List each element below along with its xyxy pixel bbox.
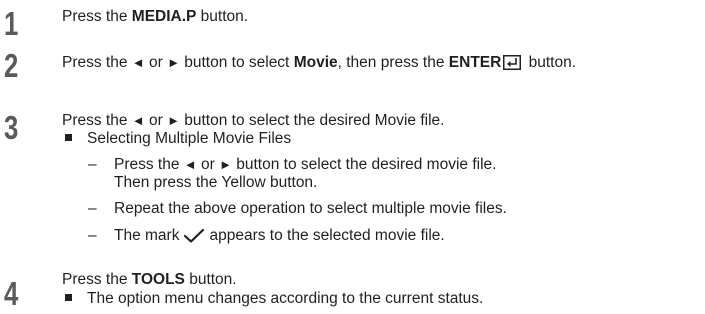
left-arrow-icon: ◄ xyxy=(183,157,197,172)
text-segment: button. xyxy=(524,54,577,71)
text-segment: or xyxy=(196,156,220,173)
button-name: ENTER xyxy=(448,54,502,71)
step-number: 4 xyxy=(4,275,19,312)
sub-item-text: Repeat the above operation to select mul… xyxy=(114,200,507,217)
sub-item: – Press the ◄ or ► button to select the d… xyxy=(88,156,496,174)
right-arrow-icon: ► xyxy=(167,55,180,70)
step-number: 2 xyxy=(4,47,19,84)
text-segment: Press the xyxy=(114,156,184,173)
button-name: MEDIA.P xyxy=(131,8,197,25)
step-number: 3 xyxy=(4,109,19,146)
left-arrow-icon: ◄ xyxy=(131,55,145,70)
bullet-text: Selecting Multiple Movie Files xyxy=(87,130,292,147)
right-arrow-icon: ► xyxy=(219,157,232,172)
text-segment: or xyxy=(144,112,168,129)
text-segment: Press the xyxy=(62,271,132,288)
sub-item-continuation: Then press the Yellow button. xyxy=(114,174,318,191)
text-segment: button. xyxy=(196,8,249,25)
step-instruction: Press the ◄ or ► button to select Movie,… xyxy=(62,54,576,75)
text-segment: appears to the selected movie file. xyxy=(209,227,445,244)
text-segment: button. xyxy=(184,271,237,288)
dash-marker: – xyxy=(88,227,97,244)
text-segment: button to select the desired Movie file. xyxy=(179,112,445,129)
bullet-text: The option menu changes according to the… xyxy=(87,290,484,307)
step-instruction: Press the ◄ or ► button to select the de… xyxy=(62,112,444,130)
sub-item: – Repeat the above operation to select mu… xyxy=(88,200,507,218)
right-arrow-icon: ► xyxy=(167,113,180,128)
bullet-item: The option menu changes according to the… xyxy=(62,290,483,308)
text-segment: Press the xyxy=(62,112,132,129)
text-segment: Press the xyxy=(62,8,132,25)
text-segment: button to select the desired movie file. xyxy=(231,156,497,173)
text-segment: or xyxy=(144,54,168,71)
menu-name: Movie xyxy=(293,54,338,71)
text-segment: , then press the xyxy=(337,54,449,71)
button-name: TOOLS xyxy=(131,271,185,288)
step-instruction: Press the TOOLS button. xyxy=(62,271,237,289)
dash-marker: – xyxy=(88,156,97,173)
square-bullet-icon xyxy=(65,134,72,142)
check-icon xyxy=(183,227,205,249)
step-instruction: Press the MEDIA.P button. xyxy=(62,8,248,26)
text-segment: Press the xyxy=(62,54,132,71)
step-number: 1 xyxy=(4,5,19,42)
text-segment: button to select xyxy=(179,54,294,71)
sub-item: – The mark appears to the selected movie f… xyxy=(88,227,445,249)
enter-icon xyxy=(503,55,522,75)
dash-marker: – xyxy=(88,200,97,217)
left-arrow-icon: ◄ xyxy=(131,113,145,128)
text-segment: The mark xyxy=(114,227,180,244)
bullet-item: Selecting Multiple Movie Files xyxy=(62,130,291,148)
square-bullet-icon xyxy=(65,294,72,302)
